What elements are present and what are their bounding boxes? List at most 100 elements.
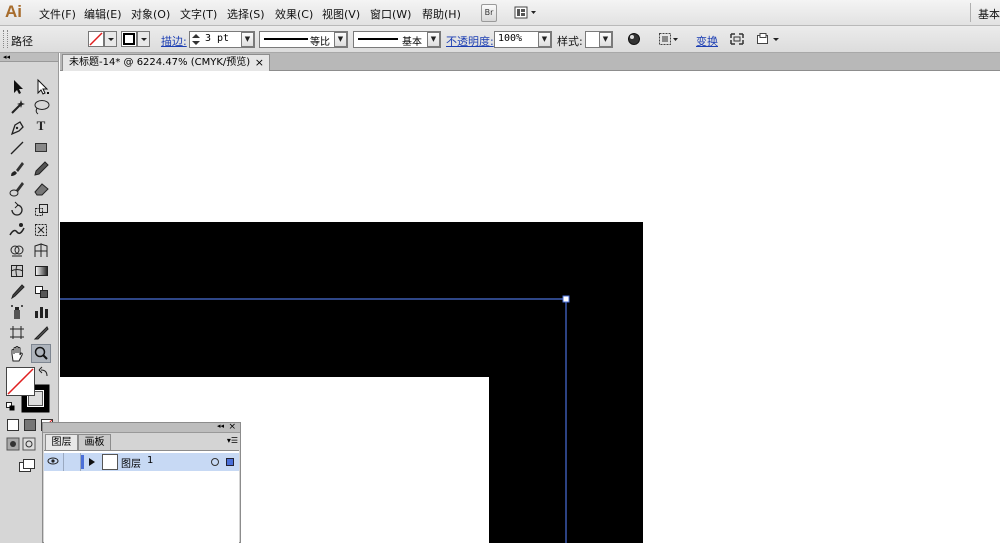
layers-panel: ◂◂ × 图层 画板 ▾☰ 图层 1 — [42, 422, 241, 543]
zoom-tool[interactable] — [31, 344, 51, 363]
artboard-tool[interactable] — [7, 323, 27, 342]
panel-menu-button[interactable] — [756, 32, 782, 46]
line-segment-tool[interactable] — [7, 138, 27, 157]
anchor-point[interactable] — [562, 295, 570, 303]
magic-wand-tool[interactable] — [7, 97, 27, 116]
isolate-group-button[interactable] — [729, 32, 745, 46]
type-tool[interactable]: T — [31, 118, 51, 137]
rectangle-tool[interactable] — [31, 138, 51, 157]
draw-behind-icon — [22, 437, 36, 451]
paintbrush-tool[interactable] — [7, 159, 27, 178]
column-graph-tool[interactable] — [31, 302, 51, 321]
recolor-artwork-button[interactable] — [626, 32, 642, 46]
selection-indicator-icon[interactable] — [225, 457, 235, 467]
stroke-weight-value[interactable]: 3 pt — [205, 33, 229, 44]
target-circle-icon[interactable] — [210, 457, 220, 467]
screen-mode-button[interactable] — [18, 458, 38, 474]
arrange-documents-button[interactable] — [514, 5, 538, 20]
expand-arrow-icon[interactable] — [88, 458, 96, 466]
pen-tool[interactable] — [7, 118, 27, 137]
menu-object[interactable]: 对象(O) — [131, 6, 170, 22]
mesh-icon — [10, 264, 24, 278]
warp-tool[interactable] — [7, 220, 27, 239]
menu-select[interactable]: 选择(S) — [227, 6, 265, 22]
transform-panel-link[interactable]: 变换 — [696, 33, 718, 49]
brush-definition-dropdown[interactable]: 基本 ▼ — [353, 31, 441, 48]
hand-tool[interactable] — [7, 344, 27, 363]
layers-panel-titlebar[interactable]: ◂◂ × — [43, 422, 240, 433]
stroke-swatch-icon — [123, 33, 135, 45]
panel-menu-icon — [757, 33, 779, 44]
tools-panel-header[interactable]: ◂◂ — [0, 53, 58, 62]
panel-options-icon[interactable]: ▾☰ — [227, 436, 238, 445]
column-graph-icon — [35, 307, 48, 318]
chevron-down-icon[interactable]: ▼ — [241, 32, 254, 47]
direct-selection-tool[interactable] — [31, 77, 51, 96]
menu-window[interactable]: 窗口(W) — [370, 6, 411, 22]
chevron-down-icon[interactable]: ▼ — [427, 32, 440, 47]
layer-thumbnail — [102, 454, 118, 470]
tab-artboards[interactable]: 画板 — [78, 434, 111, 450]
close-panel-icon[interactable]: × — [228, 422, 236, 432]
symbol-sprayer-tool[interactable] — [7, 302, 27, 321]
mesh-tool[interactable] — [7, 261, 27, 280]
blob-brush-tool[interactable] — [7, 179, 27, 198]
document-tab-title: 未标题-14* @ 6224.47% (CMYK/预览) — [69, 57, 251, 68]
close-tab-button[interactable]: × — [255, 55, 264, 71]
layer-name[interactable]: 图层 — [121, 455, 141, 470]
scale-tool[interactable] — [31, 200, 51, 219]
graphic-style-dropdown[interactable]: ▼ — [585, 31, 613, 48]
selection-icon — [14, 80, 23, 94]
eraser-tool[interactable] — [31, 179, 51, 198]
perspective-grid-tool[interactable] — [31, 241, 51, 260]
opacity-value[interactable]: 100% — [498, 33, 522, 44]
brush-label: 基本 — [402, 37, 422, 48]
fill-stroke-widget[interactable] — [5, 366, 53, 414]
shape-builder-tool[interactable] — [7, 241, 27, 260]
stroke-weight-field[interactable]: 3 pt ▼ — [189, 31, 255, 48]
pencil-tool[interactable] — [31, 159, 51, 178]
align-options-button[interactable] — [658, 32, 680, 46]
chevron-down-icon[interactable]: ▼ — [334, 32, 347, 47]
eyedropper-tool[interactable] — [7, 282, 27, 301]
slice-tool[interactable] — [31, 323, 51, 342]
blend-tool[interactable] — [31, 282, 51, 301]
bridge-button[interactable]: Br — [481, 4, 497, 22]
workspace-switcher[interactable]: 基本 — [978, 6, 1000, 22]
opacity-panel-link[interactable]: 不透明度: — [446, 33, 494, 49]
visibility-toggle[interactable] — [44, 453, 64, 471]
fill-swatch-dropdown[interactable] — [88, 31, 118, 47]
style-label: 样式: — [557, 35, 583, 48]
menu-file[interactable]: 文件(F) — [39, 6, 76, 22]
rotate-tool[interactable] — [7, 200, 27, 219]
variable-width-profile-dropdown[interactable]: 等比 ▼ — [259, 31, 348, 48]
menu-help[interactable]: 帮助(H) — [422, 6, 461, 22]
selection-type-label: 路径 — [11, 35, 33, 48]
stroke-panel-link[interactable]: 描边: — [161, 33, 187, 49]
menu-type[interactable]: 文字(T) — [180, 6, 217, 22]
gradient-tool[interactable] — [31, 261, 51, 280]
stroke-swatch-dropdown[interactable] — [121, 31, 151, 47]
lock-toggle[interactable] — [64, 453, 81, 471]
tab-layers[interactable]: 图层 — [45, 434, 78, 450]
menu-view[interactable]: 视图(V) — [322, 6, 360, 22]
lasso-tool[interactable] — [31, 97, 51, 116]
layer-color-indicator — [81, 455, 84, 469]
direct-selection-icon — [37, 78, 49, 95]
chevron-down-icon[interactable]: ▼ — [599, 32, 612, 47]
selection-tool[interactable] — [7, 77, 27, 96]
free-transform-icon — [35, 224, 47, 236]
zoom-icon — [34, 346, 48, 360]
menu-edit[interactable]: 编辑(E) — [84, 6, 122, 22]
layer-row[interactable]: 图层 1 — [44, 453, 239, 471]
menu-divider — [970, 3, 971, 22]
free-transform-tool[interactable] — [31, 220, 51, 239]
drawing-mode-buttons[interactable] — [6, 437, 42, 451]
menu-effect[interactable]: 效果(C) — [275, 6, 313, 22]
stroke-weight-stepper-icon[interactable] — [191, 33, 201, 46]
opacity-field[interactable]: 100% ▼ — [494, 31, 552, 48]
collapse-panel-icon[interactable]: ◂◂ — [217, 422, 224, 430]
control-bar-grip[interactable] — [3, 30, 8, 48]
chevron-down-icon[interactable]: ▼ — [538, 32, 551, 47]
document-tab[interactable]: 未标题-14* @ 6224.47% (CMYK/预览) × — [62, 54, 270, 71]
